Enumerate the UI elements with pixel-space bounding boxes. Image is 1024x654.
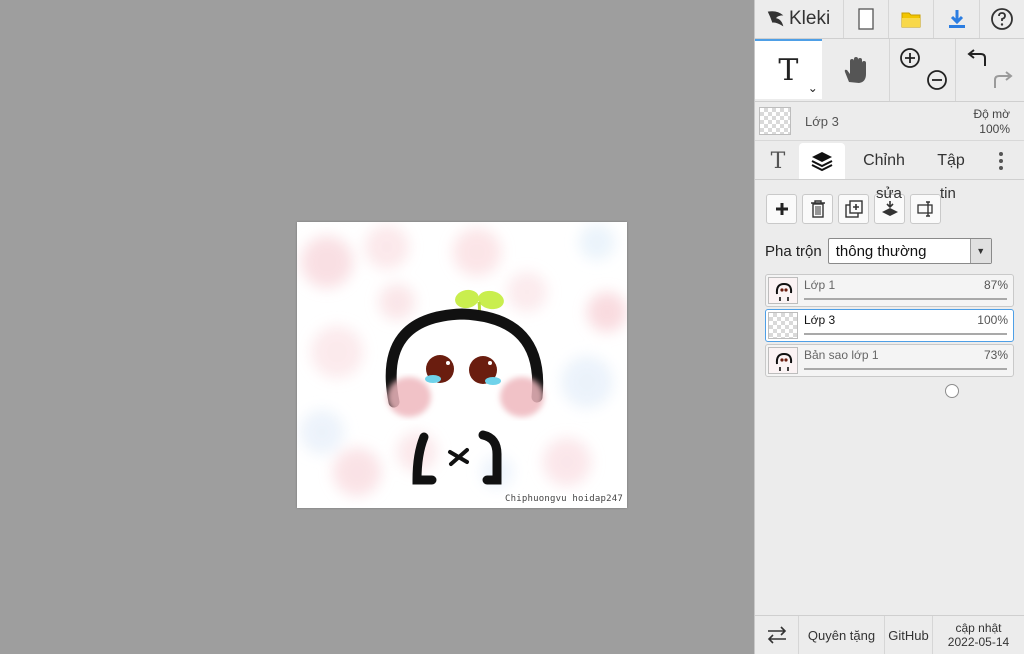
layer-row[interactable]: Lớp 1 87%	[765, 274, 1014, 328]
kleki-logo-icon	[767, 11, 784, 27]
new-image-icon	[858, 8, 874, 30]
layer-list: Lớp 1 87% Lớp 3 100% Bản sao lớp 1 73%	[755, 264, 1024, 398]
side-panel: Kleki T ⌄ Lớp 3 Độ mờ 100% T Chỉnh sửa T…	[754, 0, 1024, 654]
tab-file[interactable]: Tập tin	[923, 143, 979, 202]
top-toolbar: Kleki	[755, 0, 1024, 39]
help-button[interactable]	[980, 0, 1024, 38]
swap-arrows-icon	[767, 626, 786, 644]
donate-link[interactable]: Quyên tặng	[799, 616, 885, 654]
layer-name: Lớp 3	[804, 313, 836, 327]
blend-mode-value: thông thường	[835, 242, 927, 260]
kleki-logo[interactable]: Kleki	[755, 0, 844, 38]
rename-layer-button[interactable]	[910, 194, 941, 224]
tab-edit[interactable]: Chỉnh sửa	[845, 143, 923, 202]
opacity-value: 100%	[979, 122, 1010, 136]
drawing-canvas[interactable]: Chiphuongvu hoidap247	[297, 222, 627, 508]
more-options-button[interactable]	[979, 143, 1023, 179]
chevron-down-icon[interactable]: ⌄	[808, 81, 818, 95]
opacity-slider-handle[interactable]	[945, 384, 960, 398]
current-layer-thumbnail	[759, 107, 791, 135]
merge-down-icon	[881, 201, 898, 216]
layer-opacity: 100%	[977, 313, 1008, 327]
layer-name: Lớp 1	[804, 278, 836, 292]
save-image-button[interactable]	[934, 0, 980, 38]
tool-row: T ⌄	[755, 39, 1024, 102]
canvas-workspace[interactable]: Chiphuongvu hoidap247	[0, 0, 754, 654]
blend-mode-row: Pha trộn thông thường ▼	[755, 224, 1024, 264]
text-tool-button[interactable]: T ⌄	[755, 39, 822, 99]
update-label: cập nhật	[955, 621, 1002, 635]
text-tool-icon: T	[778, 52, 799, 88]
tab-file-label: Tập	[937, 152, 965, 169]
github-link[interactable]: GitHub	[885, 616, 933, 654]
blend-mode-label: Pha trộn	[765, 242, 822, 260]
hand-tool-icon	[844, 57, 867, 83]
current-layer-name: Lớp 3	[805, 113, 839, 129]
layers-icon	[811, 152, 833, 172]
zoom-controls	[890, 39, 957, 101]
opacity-slider-track[interactable]	[804, 333, 1014, 363]
duplicate-layer-button[interactable]	[838, 194, 869, 224]
dropdown-arrow-icon: ▼	[969, 239, 991, 263]
tab-edit-label: Chỉnh	[863, 152, 905, 169]
layer-thumbnail	[768, 277, 798, 304]
tab-edit-overflow: sửa	[876, 185, 902, 202]
add-layer-icon	[775, 203, 788, 215]
artwork	[300, 224, 627, 496]
blend-mode-select[interactable]: thông thường ▼	[827, 238, 992, 264]
download-icon	[948, 10, 965, 28]
undo-icon[interactable]	[966, 47, 988, 69]
tab-text-tool[interactable]: T	[757, 143, 799, 179]
layer-opacity: 73%	[983, 348, 1008, 362]
history-controls	[956, 39, 1024, 101]
current-layer-opacity: Độ mờ 100%	[973, 107, 1010, 137]
layer-row[interactable]: Lớp 3 100%	[765, 309, 1014, 363]
tab-layers[interactable]	[799, 143, 845, 179]
delete-layer-icon	[810, 200, 825, 218]
layer-opacity: 87%	[983, 278, 1008, 292]
help-icon	[990, 8, 1013, 30]
add-layer-button[interactable]	[766, 194, 797, 224]
zoom-in-icon[interactable]	[899, 47, 921, 69]
rename-layer-icon	[916, 201, 933, 217]
swap-side-button[interactable]	[755, 616, 799, 654]
zoom-out-icon[interactable]	[926, 69, 948, 91]
opacity-label: Độ mờ	[973, 107, 1010, 121]
app-name: Kleki	[789, 8, 831, 29]
panel-footer: Quyên tặng GitHub cập nhật 2022-05-14	[755, 615, 1024, 654]
open-image-button[interactable]	[889, 0, 935, 38]
opacity-slider-track[interactable]	[804, 298, 1007, 328]
new-image-button[interactable]	[844, 0, 890, 38]
more-vertical-icon	[999, 152, 1003, 170]
delete-layer-button[interactable]	[802, 194, 833, 224]
changelog-link[interactable]: cập nhật 2022-05-14	[933, 616, 1024, 654]
hand-tool-button[interactable]	[822, 39, 890, 101]
artist-signature: Chiphuongvu hoidap247	[505, 494, 623, 504]
layer-thumbnail	[768, 347, 798, 374]
redo-icon[interactable]	[992, 69, 1014, 91]
layer-thumbnail	[768, 312, 798, 339]
open-folder-icon	[901, 12, 921, 28]
duplicate-layer-icon	[844, 200, 863, 218]
current-layer-info: Lớp 3 Độ mờ 100%	[755, 102, 1024, 141]
layer-name: Bản sao lớp 1	[804, 348, 879, 362]
layer-row[interactable]: Bản sao lớp 1 73%	[765, 344, 1014, 398]
tab-file-overflow: tin	[940, 185, 956, 202]
opacity-slider-track[interactable]	[804, 368, 1007, 398]
panel-tabs: T Chỉnh sửa Tập tin	[755, 141, 1024, 202]
update-date: 2022-05-14	[947, 635, 1010, 649]
